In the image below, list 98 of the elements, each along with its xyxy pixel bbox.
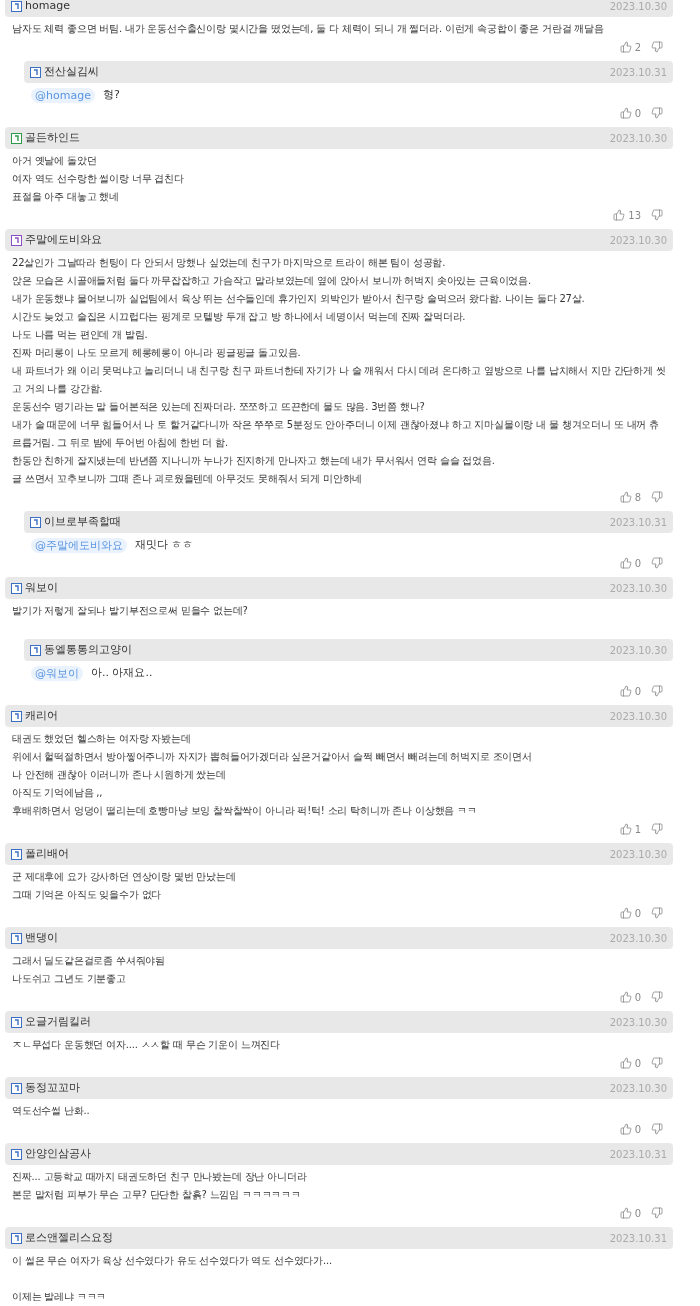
- comment-text: 22살인가 그날따라 헌팅이 다 안되서 망했나 싶었는데 친구가 마지막으로 트라이 해본 팀이 성공함.: [12, 256, 447, 270]
- comment-text: 내 파트너가 왜 이리 못먹냐고 놀리더니 내 친구랑 친구 파트너한테 자기가 나 술 깨워서 다시 데려 온다하고 옆방으로 나를 납치해서 지만 간단하게 씻고 거의 나를 강간함.: [12, 364, 666, 396]
- author-name[interactable]: 주말에도비와요: [25, 231, 102, 249]
- thumbs-up-icon[interactable]: [619, 107, 632, 119]
- thumbs-down-icon[interactable]: [651, 823, 663, 835]
- author-name[interactable]: 동정꼬꼬마: [25, 1079, 80, 1097]
- author-name[interactable]: 폴리배어: [25, 845, 69, 863]
- author-name[interactable]: 동엘통통의고양이: [44, 641, 132, 659]
- comment-text: 여자 역도 선수랑한 썰이랑 너무 겹친다: [12, 172, 185, 186]
- author-name[interactable]: 골든하인드: [25, 129, 80, 147]
- thumbs-down-icon[interactable]: [651, 41, 663, 53]
- like-count: 0: [634, 1056, 641, 1071]
- thumbs-down-icon[interactable]: [651, 209, 663, 221]
- author-name[interactable]: 안양인삼공사: [25, 1145, 91, 1163]
- like-count: 0: [634, 906, 641, 921]
- like-count: 0: [634, 990, 641, 1005]
- thumbs-down-icon[interactable]: [651, 907, 663, 919]
- comment-text: 내가 운동했냐 물어보니까 실업팀에서 육상 뛰는 선수들인데 휴가인지 외박인가 받아서 친구랑 술먹으러 왔다함. 나이는 둘다 27살.: [12, 292, 586, 306]
- comment-date: 2023.10.30: [609, 931, 667, 946]
- comment-date: 2023.10.31: [609, 515, 667, 530]
- comment-date: 2023.10.30: [609, 1081, 667, 1096]
- comment-text: 나 안전해 괜찮아 이러니까 존나 시원하게 쌌는데: [12, 768, 227, 782]
- comment-date: 2023.10.30: [609, 0, 667, 14]
- comment-text: 본문 말처럼 피부가 무슨 고무? 단단한 찰흙? 느낌임 ㅋㅋㅋㅋㅋㅋ: [12, 1188, 302, 1202]
- comment-text: 나도 나름 먹는 편인데 개 발림.: [12, 328, 149, 342]
- comment-text: 시간도 늦었고 술집은 시끄럽다는 핑계로 모텔방 두개 잡고 방 하나에서 네명이서 먹는데 진짜 잘먹더라.: [12, 310, 467, 324]
- comment-date: 2023.10.30: [609, 233, 667, 248]
- thumbs-up-icon[interactable]: [619, 1057, 632, 1069]
- like-count: 1: [634, 822, 641, 837]
- author-name[interactable]: homage: [25, 0, 70, 15]
- reply-text: 재밋다 ㅎㅎ: [135, 536, 194, 553]
- comment-text: ㅈㄴ무섭다 운동했던 여자.... ㅅㅅ할 때 무슨 기운이 느껴진다: [12, 1038, 281, 1052]
- like-count: 0: [634, 556, 641, 571]
- comment-date: 2023.10.30: [609, 643, 667, 658]
- thumbs-up-icon[interactable]: [619, 685, 632, 697]
- thumbs-up-icon[interactable]: [619, 991, 632, 1003]
- comment-date: 2023.10.31: [609, 1147, 667, 1162]
- comment-text: 글 쓰면서 꼬추보니까 그때 존나 괴로웠을텐데 아무것도 못해줘서 되게 미안하네: [12, 472, 364, 486]
- reply-text: 형?: [102, 86, 120, 103]
- thumbs-up-icon[interactable]: [619, 41, 632, 53]
- thumbs-up-icon[interactable]: [619, 557, 632, 569]
- like-count: 13: [628, 208, 641, 223]
- comment-date: 2023.10.30: [609, 131, 667, 146]
- comment-text: 내가 술 때문에 너무 힘들어서 나 토 할거같다니까 작은 쭈쭈로 5분정도 안아주더니 이제 괜찮아졌냐 하고 지마실물이랑 내 물 챙겨오더니 또 내꺼 츄르릅거림. 그 뒤로 밤에 두어번 아침에 한번 더 함.: [12, 418, 660, 450]
- thumbs-down-icon[interactable]: [651, 1123, 663, 1135]
- comment-text: 이 썰은 무슨 여자가 육상 선수였다가 유도 선수였다가 역도 선수였다가...: [12, 1254, 333, 1268]
- comment-date: 2023.10.30: [609, 581, 667, 596]
- reply-text: 아.. 아재요..: [91, 664, 153, 681]
- like-count: 8: [634, 490, 641, 505]
- thumbs-up-icon[interactable]: [619, 1123, 632, 1135]
- comment-text: 그래서 딜도같은걸로좀 쑤셔줘야됨: [12, 954, 166, 968]
- thumbs-up-icon[interactable]: [619, 823, 632, 835]
- author-name[interactable]: 로스앤젤리스요정: [25, 1229, 113, 1247]
- comment-text: 나도쉬고 그년도 기분좋고: [12, 972, 127, 986]
- comment-text: 위에서 헐떡절하면서 방아찧어주니까 자지가 뽑혀들어가겠더라 싶은거같아서 슬쩍 빼면서 빼려는데 허벅지로 조이면서: [12, 750, 533, 764]
- thumbs-down-icon[interactable]: [651, 1057, 663, 1069]
- comment-date: 2023.10.30: [609, 1015, 667, 1030]
- comment-date: 2023.10.31: [609, 1231, 667, 1246]
- comment-text: 남자도 체력 좋으면 버팀. 내가 운동선수출신이랑 몇시간을 떴었는데, 둘 다 체력이 되니 개 쩔더라. 이런게 속궁합이 좋은 거란걸 깨달음: [12, 22, 605, 36]
- comment-text: 그때 기억은 아직도 잊을수가 없다: [12, 888, 163, 902]
- like-count: 0: [634, 1122, 641, 1137]
- like-count: 2: [634, 40, 641, 55]
- comment-text: 군 제대후에 요가 강사하던 연상이랑 몇번 만났는데: [12, 870, 237, 884]
- thumbs-down-icon[interactable]: [651, 557, 663, 569]
- author-name[interactable]: 밴댕이: [25, 929, 58, 947]
- comment-text: 표절을 아주 대놓고 했네: [12, 190, 120, 204]
- comment-text: 아거 옛날에 돌았던: [12, 154, 98, 168]
- like-count: 0: [634, 1206, 641, 1221]
- comment-text: 진짜... 고등학교 때까지 태권도하던 친구 만나봤는데 장난 아니더라: [12, 1170, 308, 1184]
- comment-date: 2023.10.30: [609, 709, 667, 724]
- thumbs-up-icon[interactable]: [619, 1207, 632, 1219]
- thumbs-up-icon[interactable]: [619, 491, 632, 503]
- comment-text: 진짜 머리롱이 나도 모르게 헤롱헤롱이 아니라 핑글핑글 돌고있음.: [12, 346, 302, 360]
- thumbs-up-icon[interactable]: [619, 907, 632, 919]
- author-name[interactable]: 전산실김씨: [44, 63, 99, 81]
- author-name[interactable]: 워보이: [25, 579, 58, 597]
- comment-text: 태권도 했었던 헬스하는 여자랑 자봤는데: [12, 732, 192, 746]
- thumbs-down-icon[interactable]: [651, 1207, 663, 1219]
- thumbs-down-icon[interactable]: [651, 991, 663, 1003]
- thumbs-down-icon[interactable]: [651, 107, 663, 119]
- comment-text: 발기가 저렇게 잘되나 발기부전으로써 믿을수 없는데?: [12, 604, 249, 618]
- author-name[interactable]: 이브로부족할때: [44, 513, 121, 531]
- author-name[interactable]: 오글거림킬러: [25, 1013, 91, 1031]
- comment-date: 2023.10.31: [609, 65, 667, 80]
- comment-text: 운동선수 명기라는 말 들어본적은 있는데 진짜더라. 쪼쪼하고 뜨끈한데 물도 많음. 3번쯤 했나?: [12, 400, 426, 414]
- comment-text: 앉은 모습은 시골애들처럼 둘다 까무잡잡하고 가슴작고 말라보였는데 옆에 앉아서 보니까 허벅지 솟아있는 근육이었음.: [12, 274, 532, 288]
- comment-text: 한동안 친하게 잘지냈는데 반년쯤 지나니까 누나가 진지하게 만나자고 했는데 내가 무서워서 연락 슬슬 접었음.: [12, 454, 496, 468]
- comment-text: 후배위하면서 엉덩이 떨리는데 호빵마냥 보잉 찰싹찰싹이 아니라 퍽!턱! 소리 탁히니까 존나 이상했음 ㅋㅋ: [12, 804, 478, 818]
- like-count: 0: [634, 684, 641, 699]
- thumbs-down-icon[interactable]: [651, 491, 663, 503]
- comment-text: 아직도 기억에남음 ,,: [12, 786, 104, 800]
- thumbs-down-icon[interactable]: [651, 685, 663, 697]
- like-count: 0: [634, 106, 641, 121]
- thumbs-up-icon[interactable]: [613, 209, 626, 221]
- author-name[interactable]: 캐리어: [25, 707, 58, 725]
- comment-text: 역도선수썰 난화..: [12, 1104, 91, 1118]
- comment-text: 이제는 발레냐 ㅋㅋㅋ: [12, 1290, 108, 1301]
- comment-date: 2023.10.30: [609, 847, 667, 862]
